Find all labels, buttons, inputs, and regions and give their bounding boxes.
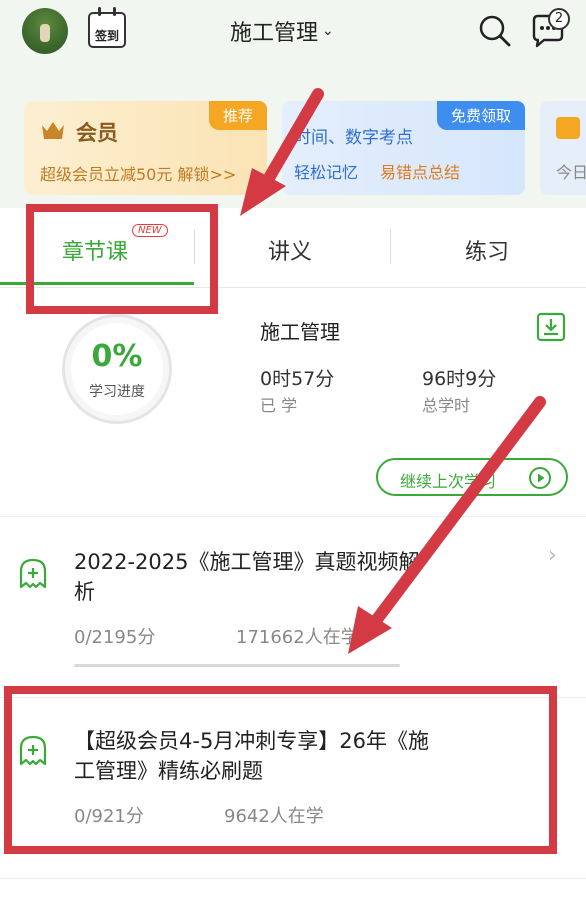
promo-text: 今日: [556, 163, 586, 182]
tab-bar: 章节课 NEW 讲义 练习: [0, 208, 586, 288]
avatar[interactable]: [22, 8, 68, 54]
chevron-down-icon: ⌄: [322, 23, 334, 39]
promo-subtitle: 易错点总结: [380, 163, 461, 182]
promo-card-today[interactable]: 今日: [540, 101, 586, 195]
search-icon[interactable]: [478, 14, 512, 48]
crown-icon: [42, 122, 64, 139]
tab-practice[interactable]: 练习: [465, 234, 509, 266]
item-learners: 9642人在学: [224, 806, 324, 827]
promo-strip: 推荐 会员 超级会员立减50元 解锁>> 免费领取 时间、数字考点 轻松记忆 易…: [0, 68, 586, 208]
studied-time-value: 0时57分: [260, 368, 335, 390]
item-title: 2022-2025《施工管理》真题视频解析: [74, 550, 420, 604]
progress-percent: 0%: [91, 339, 143, 374]
promo-card-vip[interactable]: 推荐 会员 超级会员立减50元 解锁>>: [24, 101, 267, 195]
progress-label: 学习进度: [89, 384, 145, 400]
continue-label: 继续上次学习: [400, 472, 497, 491]
promo-title: 时间、数字考点: [294, 128, 413, 148]
play-icon: [529, 467, 551, 489]
chapter-icon: [19, 735, 47, 766]
course-name: 施工管理: [260, 320, 340, 344]
tab-chapters[interactable]: 章节课: [62, 234, 128, 266]
progress-ring: 0% 学习进度: [62, 314, 172, 424]
promo-tag: 免费领取: [436, 101, 525, 130]
total-time-label: 总学时: [422, 396, 471, 415]
divider: [0, 878, 586, 879]
promo-subtitle: 轻松记忆: [294, 163, 359, 182]
list-item[interactable]: 【超级会员4-5月冲刺专享】26年《施工管理》精练必刷题 0/921分 9642…: [0, 698, 586, 878]
list-item[interactable]: 2022-2025《施工管理》真题视频解析 › 0/2195分 171662人在…: [0, 517, 586, 697]
checkin-button[interactable]: 签到: [88, 7, 126, 48]
promo-tag: 推荐: [208, 101, 267, 130]
download-icon[interactable]: [536, 312, 566, 342]
studied-time-label: 已 学: [260, 396, 298, 415]
chevron-right-icon: ›: [548, 543, 557, 568]
active-tab-indicator: [0, 282, 194, 285]
item-score: 0/921分: [74, 806, 144, 827]
progress-section: 0% 学习进度 施工管理 0时57分 已 学 96时9分 总学时 继续上次学习: [0, 288, 586, 516]
item-title: 【超级会员4-5月冲刺专享】26年《施工管理》精练必刷题: [74, 729, 430, 783]
promo-card-memory[interactable]: 免费领取 时间、数字考点 轻松记忆 易错点总结: [282, 101, 525, 195]
message-count-badge: 2: [548, 8, 570, 30]
tab-handouts[interactable]: 讲义: [268, 234, 312, 266]
page-title: 施工管理: [230, 21, 319, 46]
chapter-icon: [19, 558, 47, 589]
promo-title: 会员: [76, 121, 118, 145]
tab-divider: [194, 230, 195, 264]
item-learners: 171662人在学: [236, 627, 359, 648]
total-time-value: 96时9分: [422, 368, 497, 390]
promo-desc: 超级会员立减50元 解锁>>: [40, 165, 237, 184]
calendar-check-icon: [556, 117, 580, 139]
checkin-label: 签到: [94, 29, 119, 43]
item-score: 0/2195分: [74, 627, 156, 648]
course-selector[interactable]: 施工管理 ⌄: [230, 15, 334, 47]
continue-learning-button[interactable]: 继续上次学习: [376, 458, 568, 496]
tab-divider: [390, 230, 391, 264]
new-badge: NEW: [132, 224, 168, 237]
top-bar: 签到 施工管理 ⌄ 2: [0, 0, 586, 68]
item-progress-bar: [74, 664, 400, 667]
